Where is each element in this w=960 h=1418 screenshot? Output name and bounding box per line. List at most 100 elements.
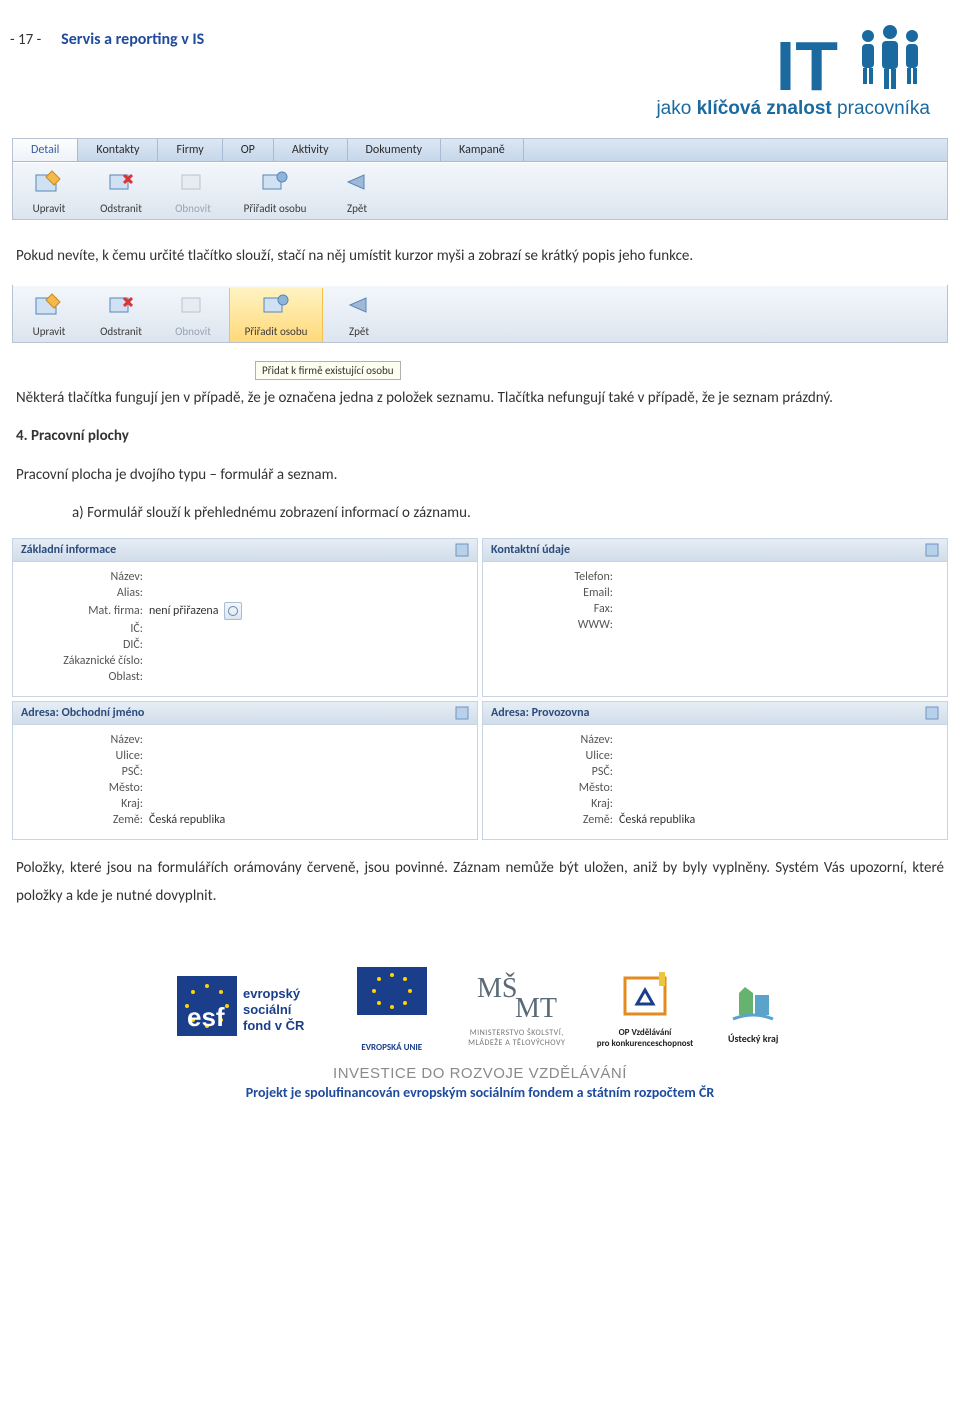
field-label: Země:	[493, 813, 619, 827]
toolbar-row: Upravit Odstranit Obnovit Přiřadit osobu…	[13, 162, 947, 219]
panel-expand-icon[interactable]	[455, 543, 469, 557]
panel-kontaktni-udaje: Kontaktní údaje Telefon: Email: Fax: WWW…	[482, 538, 948, 697]
field-label: Kraj:	[493, 797, 619, 811]
app-toolbar-screenshot-1: Detail Kontakty Firmy OP Aktivity Dokume…	[12, 138, 948, 220]
field-label: Kraj:	[23, 797, 149, 811]
app-toolbar-screenshot-2: Upravit Odstranit Obnovit Přiřadit osobu…	[12, 285, 948, 343]
priradit-osobu-button[interactable]: Přiřadit osobu	[229, 288, 323, 342]
field-label: Zákaznické číslo:	[23, 654, 149, 668]
page-number-title: - 17 - Servis a reporting v IS	[10, 20, 204, 49]
panel-title: Adresa: Provozovna	[491, 706, 589, 720]
panel-zakladni-informace: Základní informace Název: Alias: Mat. fi…	[12, 538, 478, 697]
odstranit-button[interactable]: Odstranit	[85, 288, 157, 342]
panel-expand-icon[interactable]	[925, 543, 939, 557]
opvk-logo: OP Vzdělávání pro konkurenceschopnost	[597, 970, 693, 1049]
esf-logo: esf evropský sociální fond v ČR	[177, 976, 317, 1043]
it-logo: IT jako klíčová znalost pracovníka	[656, 20, 930, 120]
field-label: Název:	[23, 570, 149, 584]
footer-logos: esf evropský sociální fond v ČR EVROPSKÁ…	[0, 967, 960, 1053]
footer-caption: INVESTICE DO ROZVOJE VZDĚLÁVÁNÍ	[0, 1065, 960, 1082]
priradit-osobu-button[interactable]: Přiřadit osobu	[229, 165, 321, 219]
tab-kampane[interactable]: Kampaně	[441, 139, 524, 161]
zpet-button[interactable]: Zpět	[323, 288, 395, 342]
footer-sub: Projekt je spolufinancován evropským soc…	[0, 1084, 960, 1101]
logo-tagline: jako klíčová znalost pracovníka	[656, 98, 930, 120]
edit-icon	[34, 169, 64, 195]
form-panels-screenshot: Základní informace Název: Alias: Mat. fi…	[12, 538, 948, 840]
page-number: - 17 -	[10, 31, 41, 49]
field-value: není přiřazena	[149, 602, 467, 620]
assign-person-icon	[261, 292, 291, 318]
paragraph-3: Položky, které jsou na formulářích orámo…	[0, 850, 960, 917]
field-label: IČ:	[23, 622, 149, 636]
tab-dokumenty[interactable]: Dokumenty	[348, 139, 442, 161]
svg-text:MT: MT	[515, 993, 557, 1024]
upravit-button[interactable]: Upravit	[13, 288, 85, 342]
field-label: Země:	[23, 813, 149, 827]
section-4-p1: Pracovní plocha je dvojího typu – formul…	[0, 457, 960, 496]
tab-strip: Detail Kontakty Firmy OP Aktivity Dokume…	[13, 139, 947, 162]
section-4-item-a: a) Formulář slouží k přehlednému zobraze…	[0, 495, 960, 534]
field-label: Email:	[493, 586, 619, 600]
tab-kontakty[interactable]: Kontakty	[78, 139, 158, 161]
page-header: - 17 - Servis a reporting v IS IT jako k…	[0, 0, 960, 130]
tab-firmy[interactable]: Firmy	[158, 139, 222, 161]
field-label: Mat. firma:	[23, 604, 149, 618]
field-label: Název:	[493, 733, 619, 747]
field-value: Česká republika	[619, 813, 937, 827]
back-arrow-icon	[344, 292, 374, 318]
section-4-title: 4. Pracovní plochy	[0, 418, 960, 457]
svg-text:MŠ: MŠ	[477, 973, 517, 1004]
field-label: Ulice:	[493, 749, 619, 763]
tab-detail[interactable]: Detail	[13, 139, 78, 161]
tooltip-priradit-osobu: Přidat k firmě existující osobu	[255, 361, 401, 380]
panel-title: Adresa: Obchodní jméno	[21, 706, 144, 720]
zpet-button[interactable]: Zpět	[321, 165, 393, 219]
upravit-button[interactable]: Upravit	[13, 165, 85, 219]
logo-it-text: IT	[776, 35, 838, 98]
tab-aktivity[interactable]: Aktivity	[274, 139, 348, 161]
field-label: Oblast:	[23, 670, 149, 684]
msmt-logo: MŠ MT MINISTERSTVO ŠKOLSTVÍ, MLÁDEŽE A T…	[467, 971, 567, 1048]
panel-expand-icon[interactable]	[925, 706, 939, 720]
field-label: PSČ:	[23, 765, 149, 779]
field-label: PSČ:	[493, 765, 619, 779]
svg-text:esf: esf	[187, 1002, 225, 1032]
back-arrow-icon	[342, 169, 372, 195]
delete-icon	[106, 292, 136, 318]
assign-person-icon	[260, 169, 290, 195]
ustecky-kraj-logo: Ústecký kraj	[723, 975, 783, 1045]
lookup-icon[interactable]	[224, 602, 242, 620]
paragraph-1: Pokud nevíte, k čemu určité tlačítko slo…	[0, 238, 960, 277]
field-label: Město:	[493, 781, 619, 795]
delete-icon	[106, 169, 136, 195]
paragraph-2: Některá tlačítka fungují jen v případě, …	[0, 380, 960, 419]
panel-title: Kontaktní údaje	[491, 543, 570, 557]
edit-icon	[34, 292, 64, 318]
tab-op[interactable]: OP	[223, 139, 274, 161]
eu-logo: EVROPSKÁ UNIE	[347, 967, 437, 1053]
page-title: Servis a reporting v IS	[61, 30, 204, 49]
panel-adresa-obchodni-jmeno: Adresa: Obchodní jméno Název: Ulice: PSČ…	[12, 701, 478, 840]
field-label: Alias:	[23, 586, 149, 600]
odstranit-button[interactable]: Odstranit	[85, 165, 157, 219]
field-label: Město:	[23, 781, 149, 795]
field-value: Česká republika	[149, 813, 467, 827]
field-label: DIČ:	[23, 638, 149, 652]
toolbar-row-2: Upravit Odstranit Obnovit Přiřadit osobu…	[13, 285, 947, 342]
svg-text:evropský: evropský	[243, 986, 301, 1001]
obnovit-button: Obnovit	[157, 288, 229, 342]
field-label: Ulice:	[23, 749, 149, 763]
people-icon	[850, 20, 930, 98]
restore-icon	[178, 169, 208, 195]
svg-text:fond v ČR: fond v ČR	[243, 1018, 305, 1033]
restore-icon	[178, 292, 208, 318]
panel-adresa-provozovna: Adresa: Provozovna Název: Ulice: PSČ: Mě…	[482, 701, 948, 840]
obnovit-button: Obnovit	[157, 165, 229, 219]
field-label: Název:	[23, 733, 149, 747]
field-label: WWW:	[493, 618, 619, 632]
panel-title: Základní informace	[21, 543, 116, 557]
field-label: Fax:	[493, 602, 619, 616]
svg-text:sociální: sociální	[243, 1002, 292, 1017]
panel-expand-icon[interactable]	[455, 706, 469, 720]
